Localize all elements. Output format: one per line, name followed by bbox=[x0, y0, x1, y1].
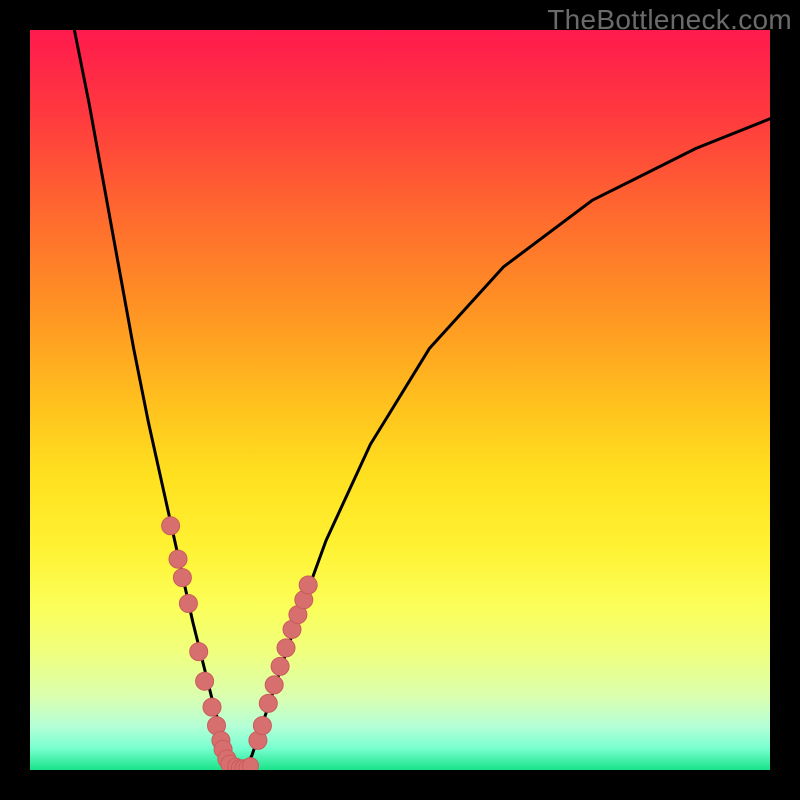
data-point bbox=[271, 657, 289, 675]
scatter-right bbox=[249, 576, 317, 749]
scatter-bottom bbox=[228, 758, 259, 770]
data-point bbox=[277, 639, 295, 657]
data-point bbox=[196, 672, 214, 690]
chart-overlay bbox=[30, 30, 770, 770]
data-point bbox=[162, 517, 180, 535]
data-point bbox=[203, 698, 221, 716]
data-point bbox=[265, 676, 283, 694]
outer-frame: TheBottleneck.com bbox=[0, 0, 800, 800]
data-point bbox=[173, 569, 191, 587]
data-point bbox=[253, 717, 271, 735]
data-point bbox=[190, 643, 208, 661]
main-curve bbox=[74, 30, 770, 770]
watermark-text: TheBottleneck.com bbox=[547, 4, 792, 36]
data-point bbox=[179, 595, 197, 613]
data-point bbox=[299, 576, 317, 594]
data-point bbox=[243, 758, 259, 770]
data-point bbox=[169, 550, 187, 568]
scatter-left bbox=[162, 517, 239, 770]
data-point bbox=[259, 694, 277, 712]
